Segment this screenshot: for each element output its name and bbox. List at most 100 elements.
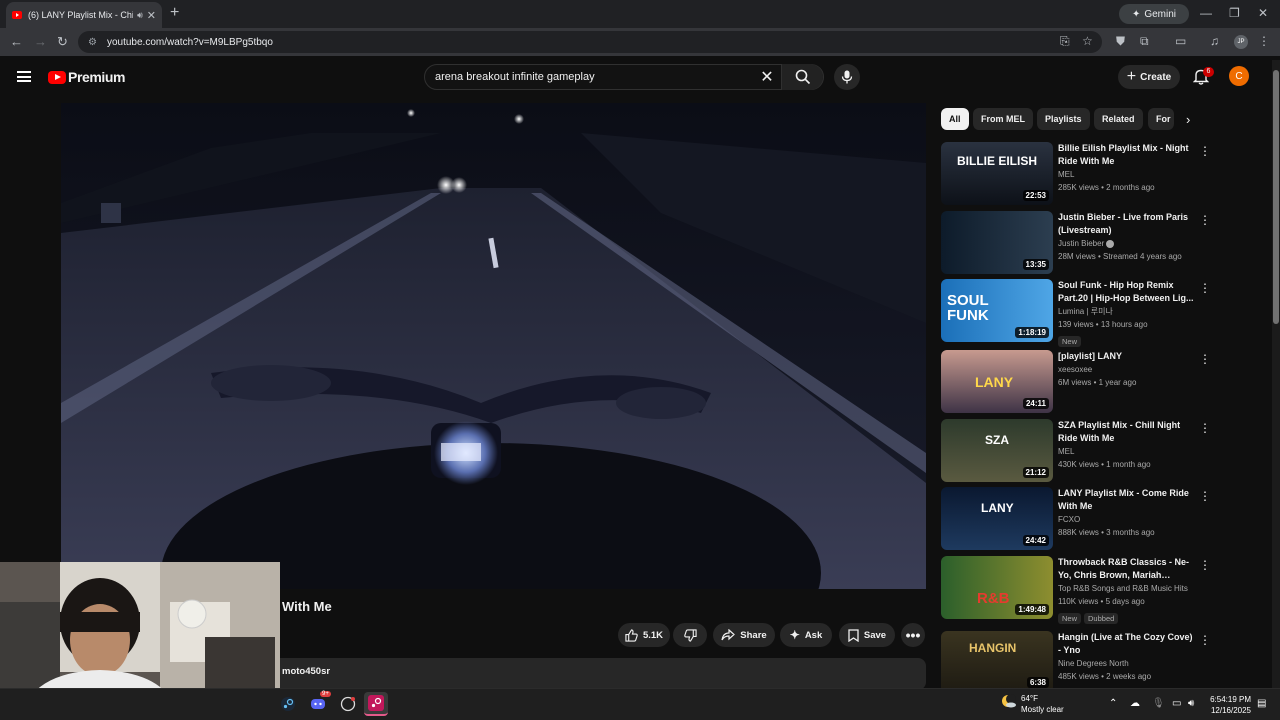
- recommendation-item[interactable]: SOUL FUNK 1:18:19 Soul Funk - Hip Hop Re…: [941, 279, 1211, 347]
- channel-name[interactable]: Lumina | 루미나: [1058, 305, 1194, 318]
- channel-name[interactable]: MEL: [1058, 168, 1194, 181]
- reload-icon[interactable]: ↻: [57, 34, 68, 50]
- channel-name[interactable]: xeesoxee: [1058, 363, 1194, 376]
- tray-mic-icon[interactable]: 🎙︎: [1152, 698, 1165, 709]
- recommendation-title[interactable]: SZA Playlist Mix - Chill Night Ride With…: [1058, 419, 1194, 445]
- notification-center-icon[interactable]: ▤: [1257, 698, 1266, 709]
- close-window-icon[interactable]: ✕: [1258, 6, 1268, 20]
- recommendation-title[interactable]: Hangin (Live at The Cozy Cove) - Yno: [1058, 631, 1194, 657]
- video-thumbnail[interactable]: 13:35: [941, 211, 1053, 274]
- install-app-icon[interactable]: ⎘: [1060, 34, 1070, 49]
- video-thumbnail[interactable]: LANY 24:11: [941, 350, 1053, 413]
- forward-icon[interactable]: →: [34, 34, 47, 49]
- channel-name[interactable]: Top R&B Songs and R&B Music Hits: [1058, 582, 1194, 595]
- network-icon[interactable]: ▭: [1172, 698, 1181, 709]
- chrome-menu-icon[interactable]: ⋮: [1258, 34, 1270, 48]
- media-control-icon[interactable]: ♫: [1210, 34, 1219, 48]
- bookmark-icon: [848, 628, 859, 642]
- video-thumbnail[interactable]: BILLIE EILISH 22:53: [941, 142, 1053, 205]
- speaker-icon[interactable]: 🔊︎: [137, 10, 143, 21]
- dislike-button[interactable]: [673, 623, 707, 647]
- page-scrollbar[interactable]: [1272, 60, 1280, 688]
- video-thumbnail[interactable]: SOUL FUNK 1:18:19: [941, 279, 1053, 342]
- back-icon[interactable]: ←: [10, 34, 23, 49]
- channel-name[interactable]: Justin Bieber: [1058, 237, 1194, 250]
- save-button[interactable]: Save: [839, 623, 895, 647]
- weather-desc[interactable]: Mostly clear: [1021, 705, 1064, 714]
- clear-search-icon[interactable]: ✕: [753, 67, 781, 87]
- account-avatar[interactable]: C: [1229, 66, 1249, 86]
- more-vert-icon[interactable]: ⋮: [1199, 489, 1211, 503]
- recommendation-item[interactable]: LANY 24:42 LANY Playlist Mix - Come Ride…: [941, 487, 1211, 551]
- maximize-icon[interactable]: ❐: [1229, 6, 1240, 20]
- address-bar[interactable]: ⚙ youtube.com/watch?v=M9LBPg5tbqo: [78, 31, 1102, 53]
- recommendation-title[interactable]: [playlist] LANY: [1058, 350, 1194, 363]
- recommendation-item[interactable]: LANY 24:11 [playlist] LANY xeesoxee 6M vie…: [941, 350, 1211, 414]
- recommendation-title[interactable]: Billie Eilish Playlist Mix - Night Ride …: [1058, 142, 1194, 168]
- recommendation-title[interactable]: LANY Playlist Mix - Come Ride With Me: [1058, 487, 1194, 513]
- weather-moon-icon[interactable]: [1001, 693, 1017, 714]
- minimize-icon[interactable]: —: [1200, 6, 1212, 20]
- search-button[interactable]: [781, 64, 823, 90]
- steam-icon[interactable]: [276, 692, 300, 716]
- chip-from-mel[interactable]: From MEL: [973, 108, 1033, 130]
- chip-all[interactable]: All: [941, 108, 969, 130]
- profile-avatar[interactable]: JP: [1234, 35, 1248, 49]
- discord-icon[interactable]: 9+: [306, 691, 331, 716]
- new-tab-button[interactable]: +: [170, 4, 179, 22]
- tray-chevron-up-icon[interactable]: ⌃: [1109, 698, 1117, 709]
- volume-icon[interactable]: 🔊︎: [1188, 698, 1194, 709]
- app-icon[interactable]: [336, 692, 360, 716]
- description-box[interactable]: moto450sr: [270, 658, 926, 690]
- system-clock[interactable]: 6:54:19 PM 12/16/2025: [1205, 694, 1251, 716]
- video-player[interactable]: [61, 103, 926, 589]
- recommendation-item[interactable]: 13:35 Justin Bieber - Live from Paris (L…: [941, 211, 1211, 275]
- video-thumbnail[interactable]: HANGIN 6:38: [941, 631, 1053, 688]
- more-vert-icon[interactable]: ⋮: [1199, 352, 1211, 366]
- weather-temp[interactable]: 64°F: [1021, 694, 1038, 703]
- recommendation-item[interactable]: R&B 1:49:48 Throwback R&B Classics - Ne-…: [941, 556, 1211, 624]
- like-button[interactable]: 5.1K: [618, 623, 670, 647]
- site-info-icon[interactable]: ⚙: [88, 37, 97, 48]
- chip-related[interactable]: Related: [1094, 108, 1143, 130]
- more-vert-icon[interactable]: ⋮: [1199, 633, 1211, 647]
- more-vert-icon[interactable]: ⋮: [1199, 144, 1211, 158]
- video-thumbnail[interactable]: SZA 21:12: [941, 419, 1053, 482]
- steam-active-icon[interactable]: [364, 692, 388, 716]
- recommendation-item[interactable]: HANGIN 6:38 Hangin (Live at The Cozy Cov…: [941, 631, 1211, 688]
- share-button[interactable]: Share: [713, 623, 775, 647]
- ask-button[interactable]: ✦ Ask: [780, 623, 832, 647]
- create-button[interactable]: + Create: [1118, 65, 1180, 89]
- recommendation-title[interactable]: Throwback R&B Classics - Ne-Yo, Chris Br…: [1058, 556, 1194, 582]
- shield-extension-icon[interactable]: ⛊: [1116, 34, 1125, 49]
- recommendation-title[interactable]: Justin Bieber - Live from Paris (Livestr…: [1058, 211, 1194, 237]
- tab-search-icon[interactable]: ▭: [1175, 34, 1186, 48]
- more-vert-icon[interactable]: ⋮: [1199, 558, 1211, 572]
- more-actions-button[interactable]: •••: [901, 623, 925, 647]
- recommendation-item[interactable]: SZA 21:12 SZA Playlist Mix - Chill Night…: [941, 419, 1211, 483]
- youtube-premium-logo[interactable]: Premium: [48, 69, 126, 85]
- channel-name[interactable]: Nine Degrees North: [1058, 657, 1194, 670]
- recommendation-item[interactable]: BILLIE EILISH 22:53 Billie Eilish Playli…: [941, 142, 1211, 206]
- channel-name[interactable]: FCXO: [1058, 513, 1194, 526]
- close-tab-icon[interactable]: ✕: [147, 9, 156, 22]
- search-input[interactable]: [425, 71, 753, 83]
- video-thumbnail[interactable]: LANY 24:42: [941, 487, 1053, 550]
- bookmark-star-icon[interactable]: ☆: [1082, 34, 1093, 48]
- menu-hamburger-icon[interactable]: [17, 71, 31, 82]
- browser-tab[interactable]: (6) LANY Playlist Mix - Chill 🔊︎ ✕: [6, 2, 162, 28]
- channel-name[interactable]: MEL: [1058, 445, 1194, 458]
- chevron-right-icon[interactable]: ›: [1186, 112, 1190, 127]
- video-thumbnail[interactable]: R&B 1:49:48: [941, 556, 1053, 619]
- recommendation-title[interactable]: Soul Funk - Hip Hop Remix Part.20 | Hip-…: [1058, 279, 1194, 305]
- more-vert-icon[interactable]: ⋮: [1199, 281, 1211, 295]
- chip-for[interactable]: For: [1148, 108, 1174, 130]
- more-vert-icon[interactable]: ⋮: [1199, 421, 1211, 435]
- more-vert-icon[interactable]: ⋮: [1199, 213, 1211, 227]
- extensions-puzzle-icon[interactable]: ⧉: [1140, 34, 1149, 49]
- gemini-button[interactable]: ✦ Gemini: [1119, 4, 1189, 24]
- tray-app-icon[interactable]: ☁: [1130, 698, 1140, 709]
- scrollbar-thumb[interactable]: [1273, 70, 1279, 324]
- voice-search-button[interactable]: [834, 64, 860, 90]
- chip-playlists[interactable]: Playlists: [1037, 108, 1090, 130]
